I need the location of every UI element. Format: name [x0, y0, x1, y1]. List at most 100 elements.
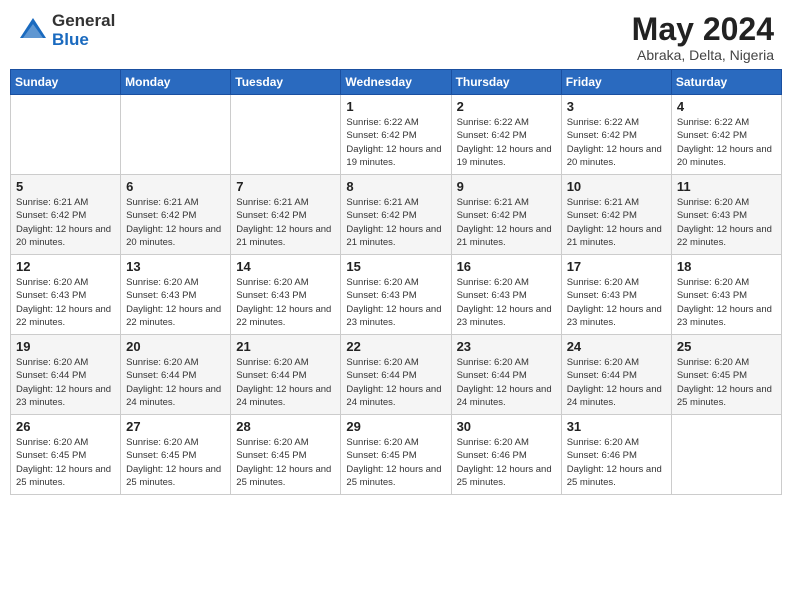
day-header-tuesday: Tuesday	[231, 70, 341, 95]
calendar-cell	[11, 95, 121, 175]
day-info: Sunrise: 6:21 AM Sunset: 6:42 PM Dayligh…	[457, 196, 556, 249]
calendar-cell: 8Sunrise: 6:21 AM Sunset: 6:42 PM Daylig…	[341, 175, 451, 255]
calendar-cell: 26 Sunrise: 6:20 AM Sunset: 6:45 PM Dayli…	[11, 415, 121, 495]
calendar-cell: 15 Sunrise: 6:20 AM Sunset: 6:43 PM Dayli…	[341, 255, 451, 335]
day-info: Sunrise: 6:20 AM Sunset: 6:46 PM Dayligh…	[567, 436, 666, 489]
day-info: Sunrise: 6:20 AM Sunset: 6:45 PM Dayligh…	[677, 356, 776, 409]
day-number: 20	[126, 339, 225, 354]
calendar-cell: 12Sunrise: 6:20 AM Sunset: 6:43 PM Dayli…	[11, 255, 121, 335]
logo-text: General Blue	[52, 12, 115, 49]
day-number: 10	[567, 179, 666, 194]
day-number: 28	[236, 419, 335, 434]
calendar-cell: 2Sunrise: 6:22 AM Sunset: 6:42 PM Daylig…	[451, 95, 561, 175]
calendar-body: 1 Sunrise: 6:22 AM Sunset: 6:42 PM Daylig…	[11, 95, 782, 495]
day-info: Sunrise: 6:22 AM Sunset: 6:42 PM Dayligh…	[567, 116, 666, 169]
calendar-cell: 3 Sunrise: 6:22 AM Sunset: 6:42 PM Daylig…	[561, 95, 671, 175]
day-info: Sunrise: 6:21 AM Sunset: 6:42 PM Dayligh…	[126, 196, 225, 249]
calendar-cell: 13 Sunrise: 6:20 AM Sunset: 6:43 PM Dayli…	[121, 255, 231, 335]
logo-general-text: General	[52, 12, 115, 31]
calendar-cell: 6 Sunrise: 6:21 AM Sunset: 6:42 PM Daylig…	[121, 175, 231, 255]
day-header-thursday: Thursday	[451, 70, 561, 95]
day-number: 12	[16, 259, 115, 274]
calendar-cell: 9 Sunrise: 6:21 AM Sunset: 6:42 PM Daylig…	[451, 175, 561, 255]
calendar-cell: 28 Sunrise: 6:20 AM Sunset: 6:45 PM Dayli…	[231, 415, 341, 495]
day-number: 19	[16, 339, 115, 354]
calendar-cell: 22Sunrise: 6:20 AM Sunset: 6:44 PM Dayli…	[341, 335, 451, 415]
day-info: Sunrise: 6:21 AM Sunset: 6:42 PM Dayligh…	[236, 196, 335, 249]
calendar-cell: 25Sunrise: 6:20 AM Sunset: 6:45 PM Dayli…	[671, 335, 781, 415]
calendar-header: SundayMondayTuesdayWednesdayThursdayFrid…	[11, 70, 782, 95]
day-number: 2	[457, 99, 556, 114]
calendar-cell: 19 Sunrise: 6:20 AM Sunset: 6:44 PM Dayli…	[11, 335, 121, 415]
calendar-cell: 10 Sunrise: 6:21 AM Sunset: 6:42 PM Dayli…	[561, 175, 671, 255]
calendar-cell: 29Sunrise: 6:20 AM Sunset: 6:45 PM Dayli…	[341, 415, 451, 495]
day-number: 23	[457, 339, 556, 354]
day-header-wednesday: Wednesday	[341, 70, 451, 95]
calendar-cell: 21Sunrise: 6:20 AM Sunset: 6:44 PM Dayli…	[231, 335, 341, 415]
calendar-cell: 7Sunrise: 6:21 AM Sunset: 6:42 PM Daylig…	[231, 175, 341, 255]
header-row: SundayMondayTuesdayWednesdayThursdayFrid…	[11, 70, 782, 95]
day-number: 30	[457, 419, 556, 434]
header: General Blue May 2024 Abraka, Delta, Nig…	[0, 0, 792, 69]
day-number: 15	[346, 259, 445, 274]
location: Abraka, Delta, Nigeria	[632, 47, 774, 63]
calendar-cell	[671, 415, 781, 495]
week-row-3: 12 Sunrise: 6:20 AM Sunset: 6:43 PM Dayli…	[11, 255, 782, 335]
day-info: Sunrise: 6:21 AM Sunset: 6:42 PM Dayligh…	[16, 196, 115, 249]
calendar: SundayMondayTuesdayWednesdayThursdayFrid…	[0, 69, 792, 612]
month-title: May 2024	[632, 12, 774, 47]
day-header-monday: Monday	[121, 70, 231, 95]
day-number: 22	[346, 339, 445, 354]
calendar-cell	[231, 95, 341, 175]
day-number: 18	[677, 259, 776, 274]
calendar-cell: 1Sunrise: 6:22 AM Sunset: 6:42 PM Daylig…	[341, 95, 451, 175]
calendar-cell: 18 Sunrise: 6:20 AM Sunset: 6:43 PM Dayli…	[671, 255, 781, 335]
day-number: 8	[346, 179, 445, 194]
day-number: 13	[126, 259, 225, 274]
day-info: Sunrise: 6:20 AM Sunset: 6:45 PM Dayligh…	[346, 436, 445, 489]
calendar-table: SundayMondayTuesdayWednesdayThursdayFrid…	[10, 69, 782, 495]
calendar-cell: 5 Sunrise: 6:21 AM Sunset: 6:42 PM Daylig…	[11, 175, 121, 255]
day-info: Sunrise: 6:20 AM Sunset: 6:44 PM Dayligh…	[457, 356, 556, 409]
calendar-cell: 24 Sunrise: 6:20 AM Sunset: 6:44 PM Dayli…	[561, 335, 671, 415]
calendar-cell: 17 Sunrise: 6:20 AM Sunset: 6:43 PM Dayli…	[561, 255, 671, 335]
day-number: 26	[16, 419, 115, 434]
logo-blue-text: Blue	[52, 31, 115, 50]
day-header-sunday: Sunday	[11, 70, 121, 95]
calendar-cell: 20Sunrise: 6:20 AM Sunset: 6:44 PM Dayli…	[121, 335, 231, 415]
calendar-cell: 31 Sunrise: 6:20 AM Sunset: 6:46 PM Dayli…	[561, 415, 671, 495]
day-info: Sunrise: 6:20 AM Sunset: 6:45 PM Dayligh…	[16, 436, 115, 489]
day-info: Sunrise: 6:20 AM Sunset: 6:46 PM Dayligh…	[457, 436, 556, 489]
day-number: 6	[126, 179, 225, 194]
day-number: 4	[677, 99, 776, 114]
day-info: Sunrise: 6:21 AM Sunset: 6:42 PM Dayligh…	[567, 196, 666, 249]
day-info: Sunrise: 6:20 AM Sunset: 6:43 PM Dayligh…	[236, 276, 335, 329]
day-header-saturday: Saturday	[671, 70, 781, 95]
day-info: Sunrise: 6:20 AM Sunset: 6:44 PM Dayligh…	[567, 356, 666, 409]
day-info: Sunrise: 6:20 AM Sunset: 6:43 PM Dayligh…	[346, 276, 445, 329]
day-number: 9	[457, 179, 556, 194]
day-number: 17	[567, 259, 666, 274]
day-number: 3	[567, 99, 666, 114]
calendar-cell: 4Sunrise: 6:22 AM Sunset: 6:42 PM Daylig…	[671, 95, 781, 175]
day-info: Sunrise: 6:20 AM Sunset: 6:45 PM Dayligh…	[236, 436, 335, 489]
day-info: Sunrise: 6:20 AM Sunset: 6:44 PM Dayligh…	[16, 356, 115, 409]
calendar-cell	[121, 95, 231, 175]
calendar-cell: 27Sunrise: 6:20 AM Sunset: 6:45 PM Dayli…	[121, 415, 231, 495]
week-row-1: 1 Sunrise: 6:22 AM Sunset: 6:42 PM Daylig…	[11, 95, 782, 175]
day-number: 31	[567, 419, 666, 434]
day-number: 14	[236, 259, 335, 274]
week-row-2: 5 Sunrise: 6:21 AM Sunset: 6:42 PM Daylig…	[11, 175, 782, 255]
day-number: 16	[457, 259, 556, 274]
day-number: 5	[16, 179, 115, 194]
day-info: Sunrise: 6:20 AM Sunset: 6:43 PM Dayligh…	[126, 276, 225, 329]
calendar-cell: 23 Sunrise: 6:20 AM Sunset: 6:44 PM Dayli…	[451, 335, 561, 415]
day-number: 27	[126, 419, 225, 434]
calendar-cell: 14 Sunrise: 6:20 AM Sunset: 6:43 PM Dayli…	[231, 255, 341, 335]
day-info: Sunrise: 6:20 AM Sunset: 6:43 PM Dayligh…	[677, 276, 776, 329]
calendar-cell: 30 Sunrise: 6:20 AM Sunset: 6:46 PM Dayli…	[451, 415, 561, 495]
page: General Blue May 2024 Abraka, Delta, Nig…	[0, 0, 792, 612]
day-number: 24	[567, 339, 666, 354]
day-number: 1	[346, 99, 445, 114]
day-info: Sunrise: 6:20 AM Sunset: 6:43 PM Dayligh…	[567, 276, 666, 329]
